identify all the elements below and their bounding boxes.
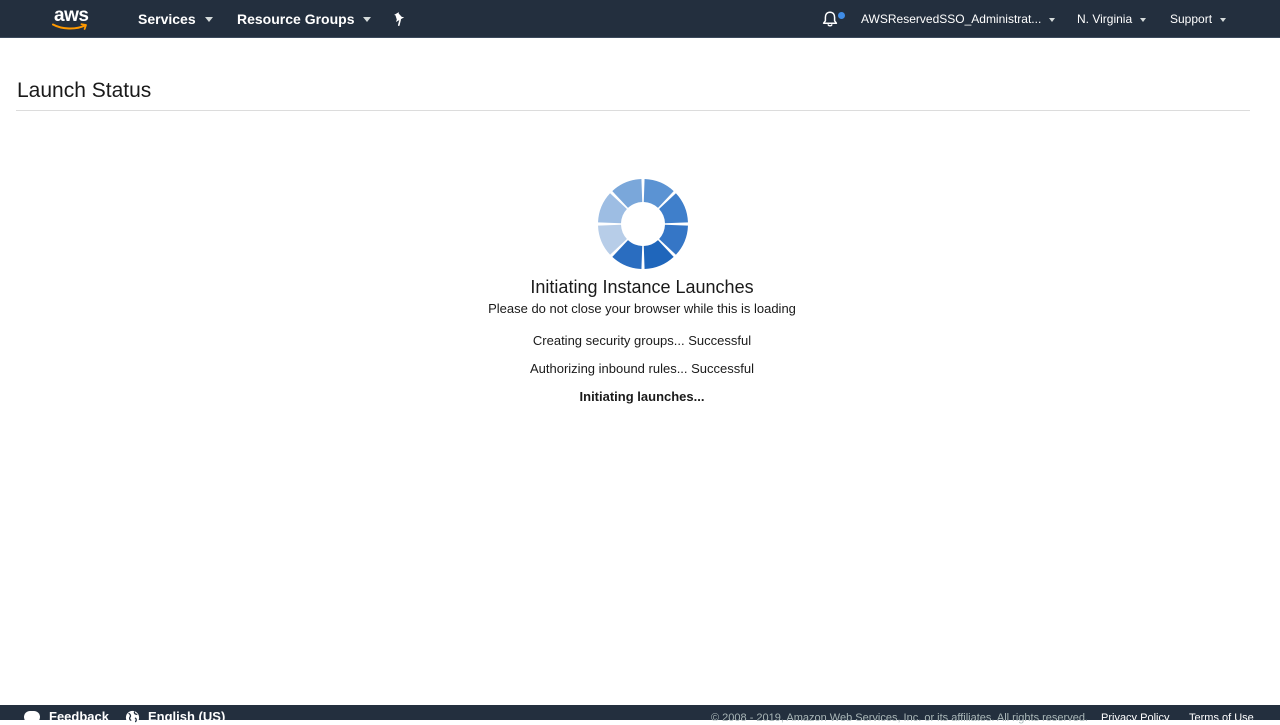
resource-groups-menu[interactable]: Resource Groups xyxy=(237,0,372,38)
loading-subtitle: Please do not close your browser while t… xyxy=(488,301,796,316)
top-navigation-bar: aws Services Resource Groups AWSReserved… xyxy=(0,0,1280,38)
aws-logo[interactable]: aws xyxy=(52,5,92,33)
spinner-icon xyxy=(598,179,688,269)
bell-icon[interactable] xyxy=(821,10,839,28)
chevron-down-icon xyxy=(1220,17,1227,22)
chevron-down-icon xyxy=(363,17,372,22)
chevron-down-icon xyxy=(1049,17,1056,22)
services-label: Services xyxy=(138,11,196,27)
status-step: Authorizing inbound rules... Successful xyxy=(529,361,754,376)
account-menu[interactable]: AWSReservedSSO_Administrat... xyxy=(861,0,1056,38)
title-divider xyxy=(16,110,1250,111)
privacy-policy-link[interactable]: Privacy Policy xyxy=(1101,711,1169,725)
chevron-down-icon xyxy=(1140,17,1147,22)
support-menu[interactable]: Support xyxy=(1170,0,1227,38)
resource-groups-label: Resource Groups xyxy=(237,11,355,27)
pin-icon[interactable] xyxy=(393,11,407,27)
feedback-link[interactable]: Feedback xyxy=(49,710,109,724)
copyright-text: © 2008 - 2019, Amazon Web Services, Inc.… xyxy=(711,712,1088,724)
globe-icon xyxy=(125,710,140,725)
account-label: AWSReservedSSO_Administrat... xyxy=(861,12,1042,26)
terms-of-use-link[interactable]: Terms of Use xyxy=(1189,711,1254,725)
support-label: Support xyxy=(1170,12,1213,26)
status-step-current: Initiating launches... xyxy=(579,389,705,404)
spinner-segments xyxy=(598,179,688,269)
status-step: Creating security groups... Successful xyxy=(532,333,752,348)
notification-dot xyxy=(838,12,845,19)
speech-bubble-icon xyxy=(24,711,40,723)
services-menu[interactable]: Services xyxy=(138,0,213,38)
chevron-down-icon xyxy=(204,17,213,22)
language-selector[interactable]: English (US) xyxy=(148,710,225,724)
page-title: Launch Status xyxy=(17,79,152,102)
loading-title: Initiating Instance Launches xyxy=(530,277,754,297)
footer: Feedback English (US) © 2008 - 2019, Ama… xyxy=(0,705,1280,725)
aws-smile-icon xyxy=(52,23,87,30)
region-menu[interactable]: N. Virginia xyxy=(1077,0,1147,38)
region-label: N. Virginia xyxy=(1077,12,1133,26)
